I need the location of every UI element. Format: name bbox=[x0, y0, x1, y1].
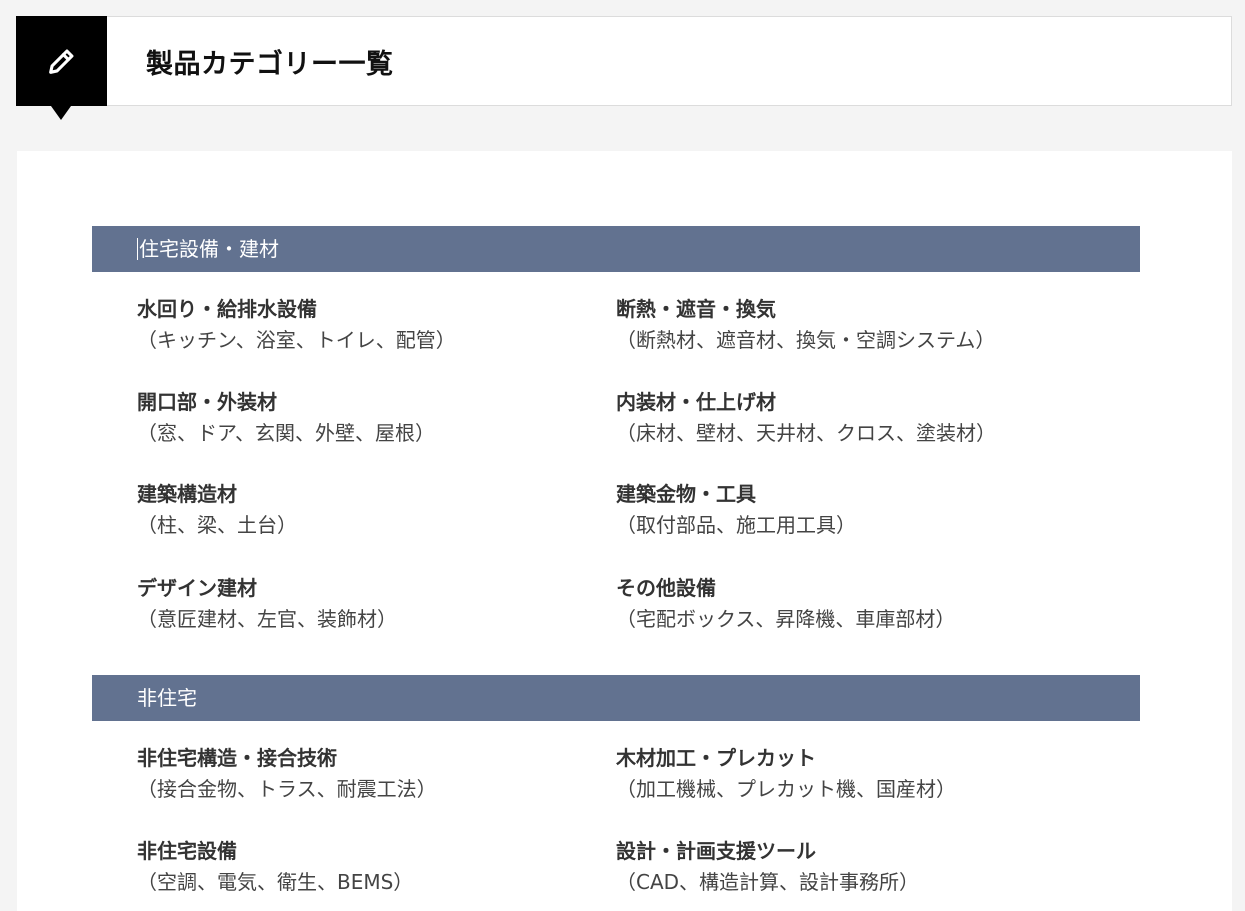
category-description: （断熱材、遮音材、換気・空調システム） bbox=[616, 328, 996, 352]
category-item[interactable]: 建築金物・工具 （取付部品、施工用工具） bbox=[616, 480, 1076, 539]
category-description: （窓、ドア、玄関、外壁、屋根） bbox=[137, 421, 435, 445]
category-item[interactable]: 非住宅構造・接合技術 （接合金物、トラス、耐震工法） bbox=[137, 744, 597, 803]
category-title[interactable]: その他設備 bbox=[616, 574, 1076, 602]
category-description: （宅配ボックス、昇降機、車庫部材） bbox=[616, 607, 956, 631]
category-title[interactable]: 断熱・遮音・換気 bbox=[616, 295, 1076, 323]
page-title: 製品カテゴリー一覧 bbox=[146, 48, 394, 80]
category-description: （空調、電気、衛生、BEMS） bbox=[137, 870, 414, 894]
section-label: 非住宅 bbox=[137, 686, 197, 710]
category-description: （床材、壁材、天井材、クロス、塗装材） bbox=[616, 421, 996, 445]
header-icon-box bbox=[16, 16, 107, 120]
section-header-residential: 住宅設備・建材 bbox=[92, 226, 1140, 272]
category-item[interactable]: 内装材・仕上げ材 （床材、壁材、天井材、クロス、塗装材） bbox=[616, 388, 1076, 447]
category-panel: 住宅設備・建材 水回り・給排水設備 （キッチン、浴室、トイレ、配管） 断熱・遮音… bbox=[17, 151, 1232, 911]
category-description: （柱、梁、土台） bbox=[137, 513, 297, 537]
category-item[interactable]: 建築構造材 （柱、梁、土台） bbox=[137, 480, 597, 539]
category-title[interactable]: 内装材・仕上げ材 bbox=[616, 388, 1076, 416]
category-title[interactable]: 水回り・給排水設備 bbox=[137, 295, 597, 323]
category-item[interactable]: 設計・計画支援ツール （CAD、構造計算、設計事務所） bbox=[616, 837, 1076, 896]
category-description: （キッチン、浴室、トイレ、配管） bbox=[137, 328, 456, 352]
text-caret bbox=[137, 238, 138, 260]
category-description: （接合金物、トラス、耐震工法） bbox=[137, 777, 437, 801]
category-item[interactable]: 断熱・遮音・換気 （断熱材、遮音材、換気・空調システム） bbox=[616, 295, 1076, 354]
section-label: 住宅設備・建材 bbox=[139, 237, 279, 261]
category-description: （加工機械、プレカット機、国産材） bbox=[616, 777, 956, 801]
section-header-non-residential: 非住宅 bbox=[92, 675, 1140, 721]
category-title[interactable]: 建築金物・工具 bbox=[616, 480, 1076, 508]
category-title[interactable]: 非住宅設備 bbox=[137, 837, 597, 865]
category-title[interactable]: 設計・計画支援ツール bbox=[616, 837, 1076, 865]
page-header: 製品カテゴリー一覧 bbox=[16, 16, 1232, 120]
category-item[interactable]: 水回り・給排水設備 （キッチン、浴室、トイレ、配管） bbox=[137, 295, 597, 354]
category-description: （取付部品、施工用工具） bbox=[616, 513, 856, 537]
category-title[interactable]: 開口部・外装材 bbox=[137, 388, 597, 416]
category-item[interactable]: デザイン建材 （意匠建材、左官、装飾材） bbox=[137, 574, 597, 633]
category-title[interactable]: デザイン建材 bbox=[137, 574, 597, 602]
category-description: （CAD、構造計算、設計事務所） bbox=[616, 870, 920, 894]
pencil-icon bbox=[48, 49, 73, 74]
category-title[interactable]: 建築構造材 bbox=[137, 480, 597, 508]
category-title[interactable]: 非住宅構造・接合技術 bbox=[137, 744, 597, 772]
category-item[interactable]: 非住宅設備 （空調、電気、衛生、BEMS） bbox=[137, 837, 597, 896]
category-item[interactable]: その他設備 （宅配ボックス、昇降機、車庫部材） bbox=[616, 574, 1076, 633]
category-item[interactable]: 開口部・外装材 （窓、ドア、玄関、外壁、屋根） bbox=[137, 388, 597, 447]
category-description: （意匠建材、左官、装飾材） bbox=[137, 607, 397, 631]
category-title[interactable]: 木材加工・プレカット bbox=[616, 744, 1076, 772]
category-item[interactable]: 木材加工・プレカット （加工機械、プレカット機、国産材） bbox=[616, 744, 1076, 803]
